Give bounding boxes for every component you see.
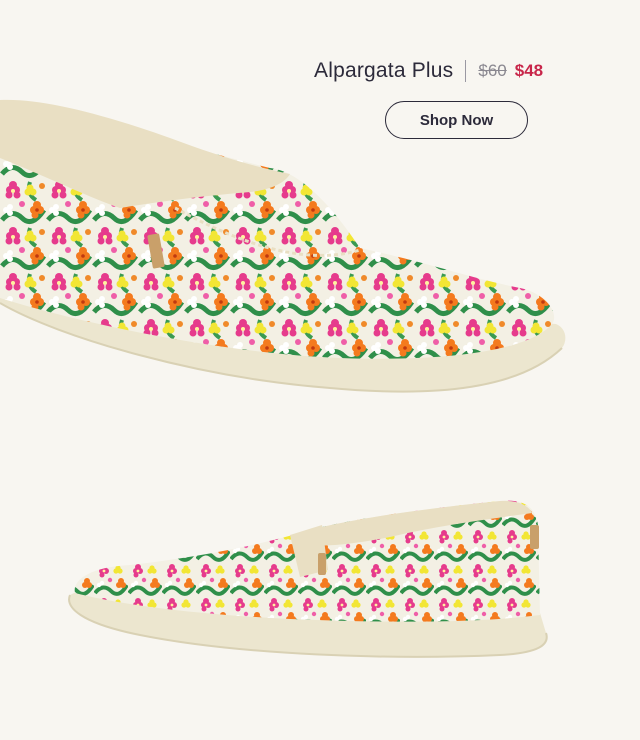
- original-price: $60: [478, 61, 507, 80]
- product-price-row: Alpargata Plus $60 $48: [314, 56, 543, 86]
- price-divider: [465, 60, 467, 82]
- floral-shoe-image-bottom[interactable]: [60, 495, 560, 670]
- product-name: Alpargata Plus: [314, 59, 454, 82]
- sale-price: $48: [514, 61, 544, 80]
- floral-shoe-image-top[interactable]: [0, 88, 580, 418]
